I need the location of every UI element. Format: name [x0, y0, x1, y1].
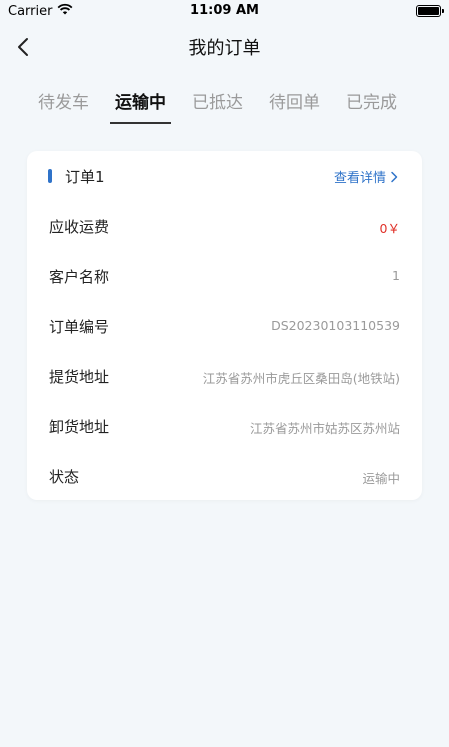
- freight-label: 应收运费: [49, 218, 110, 236]
- row-order-number: 订单编号 DS20230103110539: [27, 301, 422, 351]
- view-details-link[interactable]: 查看详情: [334, 167, 398, 186]
- view-details-label: 查看详情: [333, 171, 386, 186]
- tab-completed[interactable]: 已完成: [333, 90, 410, 124]
- row-customer: 客户名称 1: [27, 251, 422, 301]
- customer-label: 客户名称: [49, 268, 110, 286]
- page-title: 我的订单: [188, 38, 261, 59]
- row-unload-address: 卸货地址 江苏省苏州市姑苏区苏州站: [27, 401, 422, 451]
- unload-address-value: 江苏省苏州市姑苏区苏州站: [249, 421, 400, 436]
- unload-address-label: 卸货地址: [49, 418, 110, 436]
- tab-in-transit[interactable]: 运输中: [102, 90, 179, 124]
- tab-arrived[interactable]: 已抵达: [179, 90, 256, 124]
- order-card: 订单1 查看详情 应收运费 0￥ 客户名称 1 订单编号 DS202301031…: [27, 151, 422, 500]
- row-status: 状态 运输中: [27, 451, 422, 501]
- status-label: 状态: [49, 468, 80, 486]
- order-card-header: 订单1 查看详情: [27, 151, 422, 201]
- battery-icon: [416, 5, 444, 17]
- order-number-value: DS20230103110539: [271, 318, 400, 333]
- tab-pending-receipt[interactable]: 待回单: [256, 90, 333, 124]
- order-number-label: 订单编号: [49, 318, 110, 336]
- order-status-tabs: 待发车 运输中 已抵达 待回单 已完成: [25, 90, 425, 126]
- status-time: 11:09 AM: [190, 3, 259, 18]
- row-freight: 应收运费 0￥: [27, 201, 422, 251]
- status-bar: Carrier 11:09 AM: [0, 0, 449, 24]
- customer-value: 1: [392, 268, 400, 283]
- pickup-address-label: 提货地址: [49, 368, 110, 386]
- tab-pending-departure[interactable]: 待发车: [25, 90, 102, 124]
- nav-bar: 我的订单: [0, 26, 449, 66]
- bottom-tab-bar-edge: [0, 741, 449, 747]
- freight-value: 0￥: [379, 221, 400, 236]
- chevron-right-icon: [391, 171, 398, 182]
- order-title: 订单1: [65, 168, 105, 186]
- accent-bar: [48, 169, 52, 183]
- row-pickup-address: 提货地址 江苏省苏州市虎丘区桑田岛(地铁站): [27, 351, 422, 401]
- status-value: 运输中: [362, 471, 400, 486]
- pickup-address-value: 江苏省苏州市虎丘区桑田岛(地铁站): [202, 371, 400, 386]
